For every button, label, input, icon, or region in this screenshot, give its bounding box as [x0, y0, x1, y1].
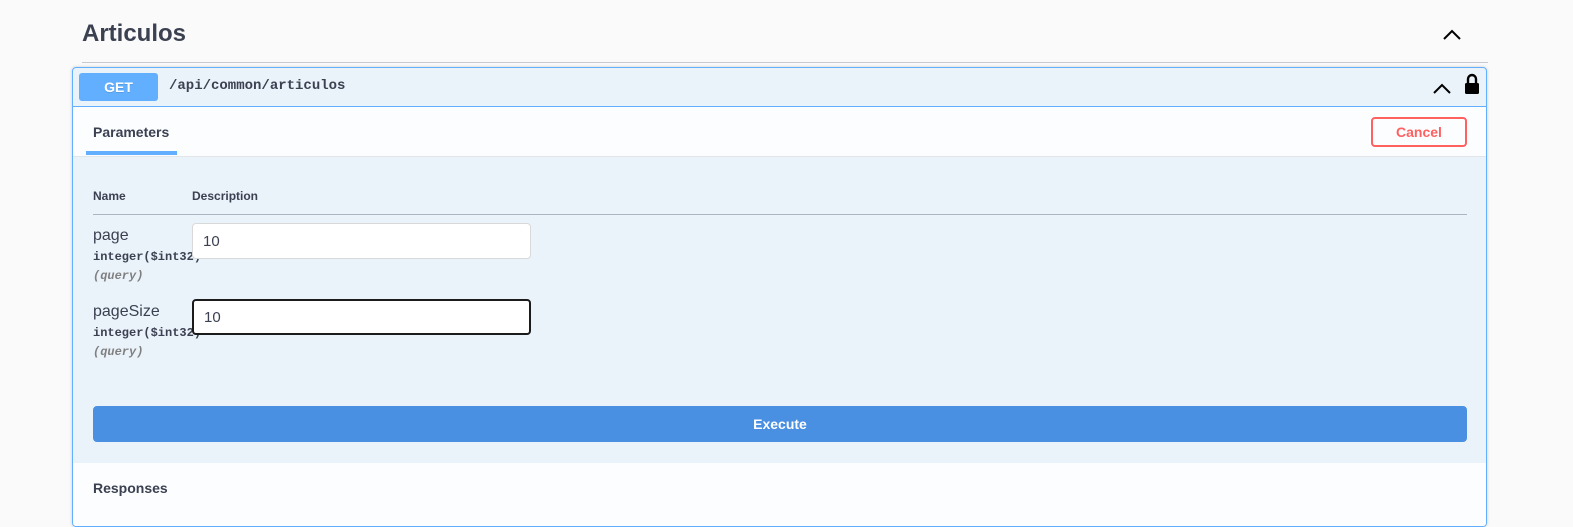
parameter-location: (query) [93, 269, 144, 283]
method-badge: GET [79, 73, 158, 101]
opblock-get-articulos: GET /api/common/articulos Parameters Can… [72, 67, 1487, 527]
responses-title: Responses [93, 480, 168, 496]
pagesize-input[interactable] [192, 299, 531, 335]
parameter-name: pageSize [93, 303, 160, 320]
page-input[interactable] [192, 223, 531, 259]
tab-parameters[interactable]: Parameters [93, 124, 169, 140]
parameter-row-pagesize: pageSize integer($int32) (query) [93, 299, 1467, 373]
execute-button[interactable]: Execute [93, 406, 1467, 442]
tab-active-indicator [86, 151, 177, 155]
parameter-type: integer($int32) [93, 326, 202, 340]
parameter-name: page [93, 227, 129, 244]
opblock-summary[interactable]: GET /api/common/articulos [73, 68, 1486, 107]
operation-path: /api/common/articulos [169, 78, 346, 94]
column-header-description: Description [192, 189, 259, 203]
responses-section: Responses [73, 463, 1486, 526]
parameters-tab-bar: Parameters Cancel [73, 107, 1486, 157]
parameter-row-page: page integer($int32) (query) [93, 223, 1467, 297]
chevron-up-icon[interactable] [1442, 26, 1462, 42]
cancel-button[interactable]: Cancel [1371, 117, 1467, 147]
parameter-type: integer($int32) [93, 250, 202, 264]
parameters-table: Name Description page integer($int32) (q… [73, 157, 1486, 463]
lock-icon[interactable] [1464, 73, 1480, 95]
header-divider [93, 214, 1467, 215]
tag-title: Articulos [82, 20, 187, 47]
parameter-location: (query) [93, 345, 144, 359]
tag-section-articulos[interactable]: Articulos [82, 0, 1488, 63]
column-header-name: Name [93, 189, 126, 203]
chevron-up-icon[interactable] [1432, 80, 1452, 96]
